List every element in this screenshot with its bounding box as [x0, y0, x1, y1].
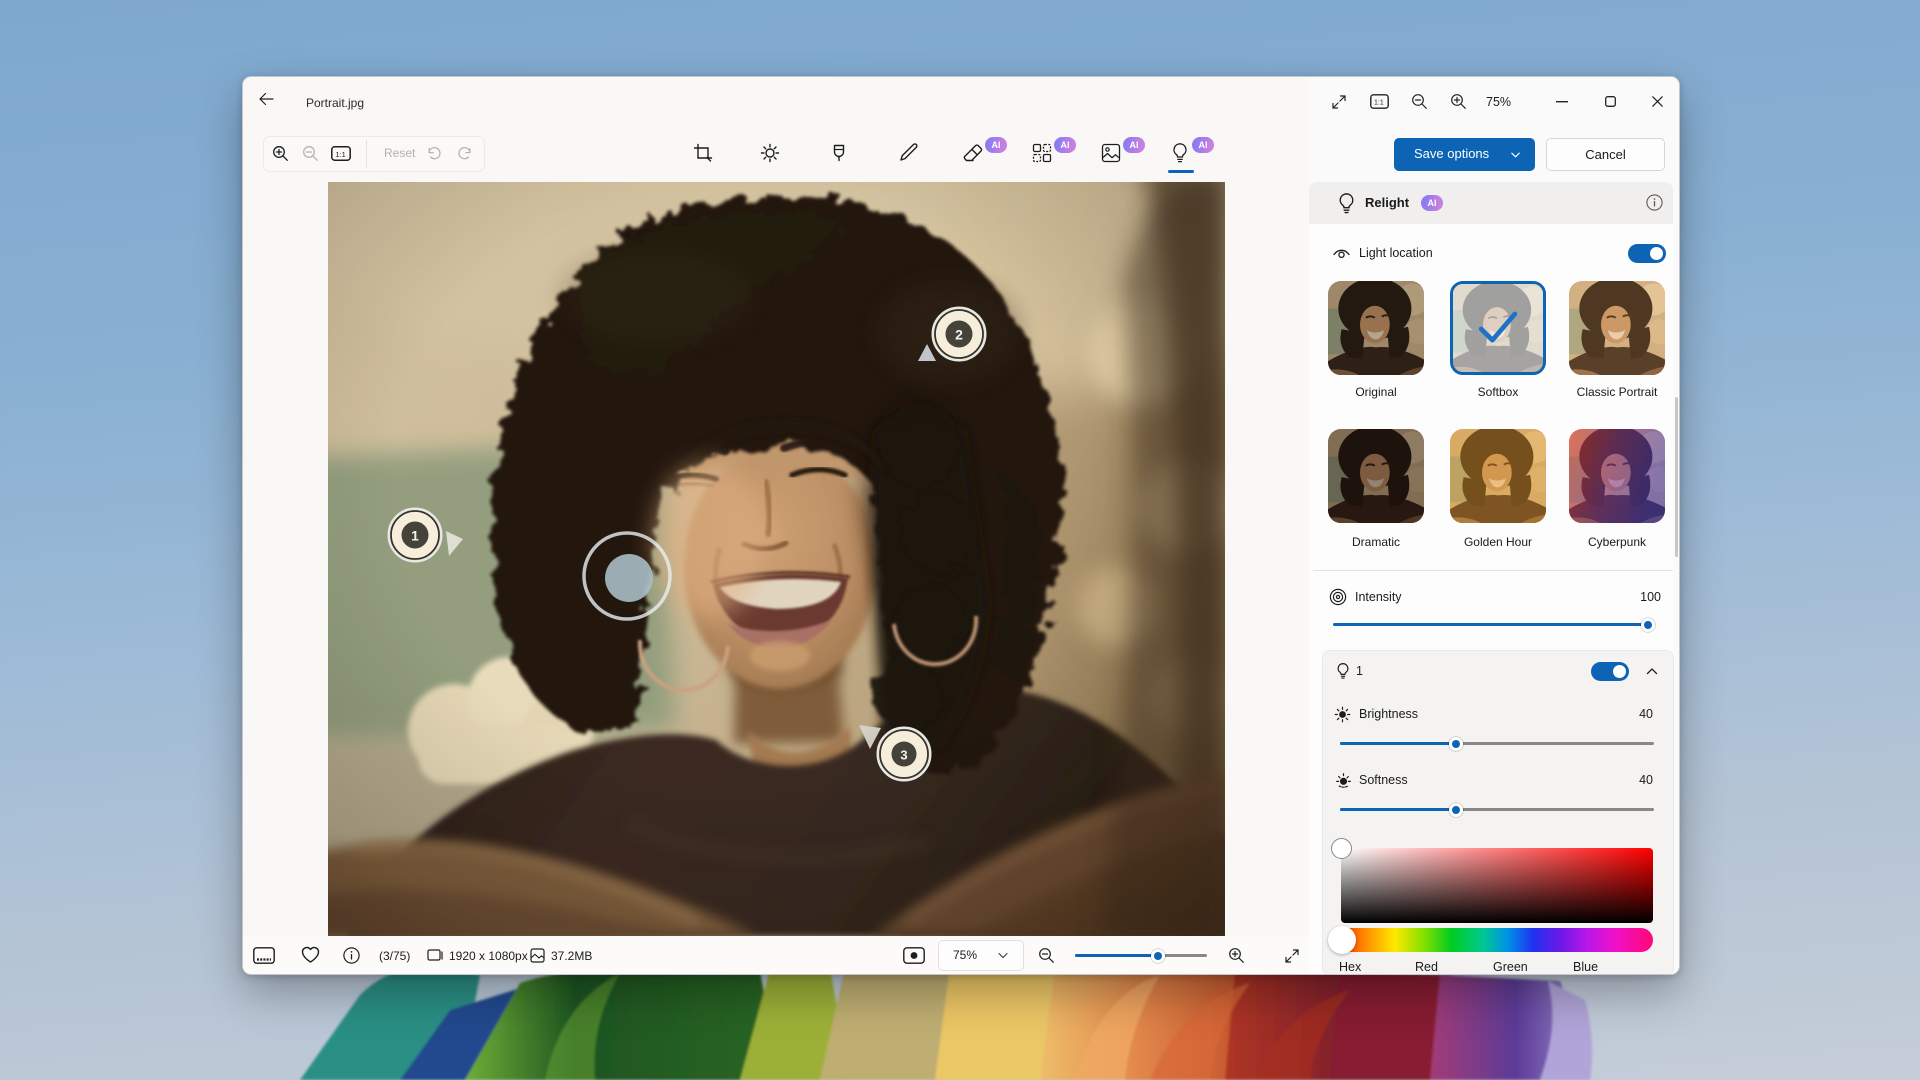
svg-text:2: 2 [955, 327, 963, 343]
svg-text:3: 3 [900, 748, 907, 763]
svg-text:1:1: 1:1 [1374, 100, 1384, 107]
svg-text:1:1: 1:1 [335, 150, 345, 159]
svg-text:1: 1 [411, 528, 419, 544]
